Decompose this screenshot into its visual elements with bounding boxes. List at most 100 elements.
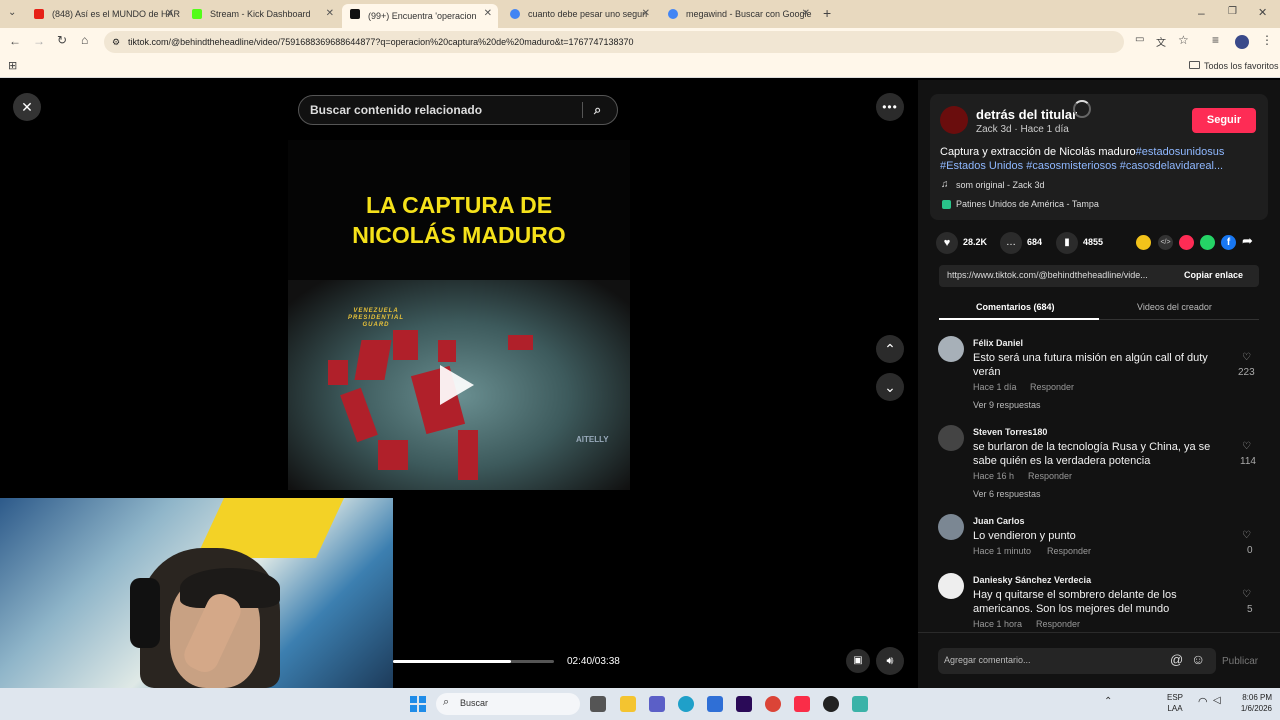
reply-button[interactable]: Responder (1036, 619, 1080, 629)
share-url[interactable]: https://www.tiktok.com/@behindtheheadlin… (947, 270, 1177, 280)
close-icon[interactable]: ✕ (642, 8, 650, 19)
heart-icon[interactable]: ♡ (1242, 352, 1251, 363)
browser-tab-google-2[interactable]: megawind - Buscar con Google ✕ (660, 4, 816, 24)
new-tab-icon[interactable]: + (823, 5, 831, 21)
music-app-icon[interactable] (794, 696, 810, 712)
video-frame[interactable]: LA CAPTURA DE NICOLÁS MADURO VENEZUELA P… (288, 140, 630, 490)
store-icon[interactable] (707, 696, 723, 712)
hashtag-link[interactable]: #estadosunidosus (1136, 146, 1225, 158)
facebook-icon[interactable]: f (1221, 235, 1236, 250)
view-replies-link[interactable]: Ver 9 respuestas (973, 400, 1041, 410)
emoji-icon[interactable]: ☺ (1191, 651, 1205, 667)
send-icon[interactable] (1179, 235, 1194, 250)
location-link[interactable]: Patines Unidos de América - Tampa (956, 199, 1099, 209)
reply-button[interactable]: Responder (1047, 546, 1091, 556)
home-icon[interactable]: ⌂ (81, 33, 88, 47)
heart-icon[interactable]: ♡ (1242, 530, 1251, 541)
mention-icon[interactable]: @ (1170, 652, 1183, 667)
minimize-icon[interactable]: – (1198, 6, 1205, 20)
tab-comments[interactable]: Comentarios (684) (976, 302, 1055, 312)
bookmark-icon[interactable]: ▮ (1056, 232, 1078, 254)
coin-icon[interactable] (1136, 235, 1151, 250)
close-icon[interactable]: ✕ (166, 8, 174, 19)
close-icon[interactable]: ✕ (802, 8, 810, 19)
profile-avatar[interactable] (1235, 35, 1249, 49)
file-explorer-icon[interactable] (620, 696, 636, 712)
search-icon[interactable]: ⌕ (594, 96, 601, 124)
browser-tab-google-1[interactable]: cuanto debe pesar uno segun ✕ (502, 4, 656, 24)
teams-icon[interactable] (649, 696, 665, 712)
reply-button[interactable]: Responder (1028, 471, 1072, 481)
comment-input[interactable]: Agregar comentario... @ ☺ (938, 648, 1216, 674)
taskbar-search[interactable]: ⌕ Buscar (436, 693, 580, 715)
site-info-icon[interactable]: ⚙ (112, 31, 120, 53)
avatar[interactable] (938, 514, 964, 540)
restore-icon[interactable]: ❐ (1228, 6, 1237, 17)
volume-tray-icon[interactable]: ◁ (1213, 695, 1221, 706)
view-replies-link[interactable]: Ver 6 respuestas (973, 489, 1041, 499)
copy-link-button[interactable]: Copiar enlace (1184, 270, 1243, 280)
next-video-button[interactable]: ⌄ (876, 373, 904, 401)
task-view-icon[interactable] (590, 696, 606, 712)
heart-icon[interactable]: ♡ (1242, 589, 1251, 600)
close-icon[interactable]: ✕ (484, 8, 492, 19)
author-avatar[interactable] (940, 106, 968, 134)
chrome-icon[interactable] (765, 696, 781, 712)
comment-author[interactable]: Juan Carlos (973, 516, 1025, 526)
tray-chevron-icon[interactable]: ⌃ (1104, 696, 1112, 707)
lang-indicator[interactable]: ESP LAA (1167, 692, 1183, 714)
obs-icon[interactable] (823, 696, 839, 712)
forward-icon[interactable]: → (33, 34, 45, 48)
follow-button[interactable]: Seguir (1192, 108, 1256, 133)
clock[interactable]: 8:06 PM 1/6/2026 (1232, 692, 1272, 714)
translate-icon[interactable]: 文 (1156, 34, 1166, 49)
browser-tab-tiktok[interactable]: (99+) Encuentra 'operacion capt ✕ (342, 4, 498, 28)
browser-tab-kick[interactable]: Stream - Kick Dashboard ✕ (184, 4, 340, 24)
comment-author[interactable]: Steven Torres180 (973, 427, 1047, 437)
comment-icon[interactable]: … (1000, 232, 1022, 254)
comment-author[interactable]: Daniesky Sánchez Verdecia (973, 575, 1091, 585)
like-icon[interactable]: ♥ (936, 232, 958, 254)
tab-creator-videos[interactable]: Videos del creador (1137, 302, 1212, 312)
back-icon[interactable]: ← (9, 34, 21, 48)
wifi-icon[interactable]: ◠ (1198, 695, 1208, 708)
cast-icon[interactable]: ▭ (1135, 34, 1144, 45)
tab-list-icon[interactable]: ⌄ (8, 7, 16, 18)
share-arrow-icon[interactable]: ➦ (1242, 233, 1253, 249)
comment-author[interactable]: Félix Daniel (973, 338, 1023, 348)
more-options-button[interactable]: ••• (876, 93, 904, 121)
progress-bar-track[interactable] (393, 660, 554, 663)
avatar[interactable] (938, 573, 964, 599)
related-search-input[interactable]: Buscar contenido relacionado ⌕ (298, 95, 618, 125)
premiere-icon[interactable] (736, 696, 752, 712)
reading-list-icon[interactable]: ≡ (1212, 33, 1219, 47)
music-link[interactable]: som original - Zack 3d (956, 180, 1045, 190)
all-bookmarks-link[interactable]: Todos los favoritos (1204, 61, 1279, 71)
menu-icon[interactable]: ⋮ (1261, 33, 1273, 47)
apps-icon[interactable]: ⊞ (8, 59, 17, 72)
close-icon[interactable]: ✕ (326, 8, 334, 19)
previous-video-button[interactable]: ⌃ (876, 335, 904, 363)
heart-icon[interactable]: ♡ (1242, 441, 1251, 452)
pip-button[interactable]: ▣ (846, 649, 870, 673)
post-button[interactable]: Publicar (1222, 656, 1258, 667)
whatsapp-icon[interactable] (1200, 235, 1215, 250)
play-icon[interactable] (440, 365, 474, 405)
comment-time: Hace 1 hora (973, 619, 1023, 629)
edge-icon[interactable] (678, 696, 694, 712)
reply-button[interactable]: Responder (1030, 382, 1074, 392)
embed-icon[interactable]: </> (1158, 235, 1173, 250)
close-video-button[interactable]: ✕ (13, 93, 41, 121)
bookmark-star-icon[interactable]: ☆ (1178, 33, 1189, 47)
url-field[interactable]: ⚙ tiktok.com/@behindtheheadline/video/75… (104, 31, 1124, 53)
author-name[interactable]: detrás del titular (976, 107, 1077, 122)
avatar[interactable] (938, 336, 964, 362)
browser-tab-youtube[interactable]: (848) Así es el MUNDO de HAR ✕ (26, 4, 180, 24)
avatar[interactable] (938, 425, 964, 451)
reload-icon[interactable]: ↻ (57, 33, 67, 47)
hashtag-links[interactable]: #Estados Unidos #casosmisteriosos #casos… (940, 160, 1223, 172)
windows-start-icon[interactable] (410, 696, 426, 712)
volume-button[interactable]: 🔊︎ (876, 647, 904, 675)
notepad-icon[interactable] (852, 696, 868, 712)
window-close-icon[interactable]: ✕ (1258, 6, 1267, 19)
